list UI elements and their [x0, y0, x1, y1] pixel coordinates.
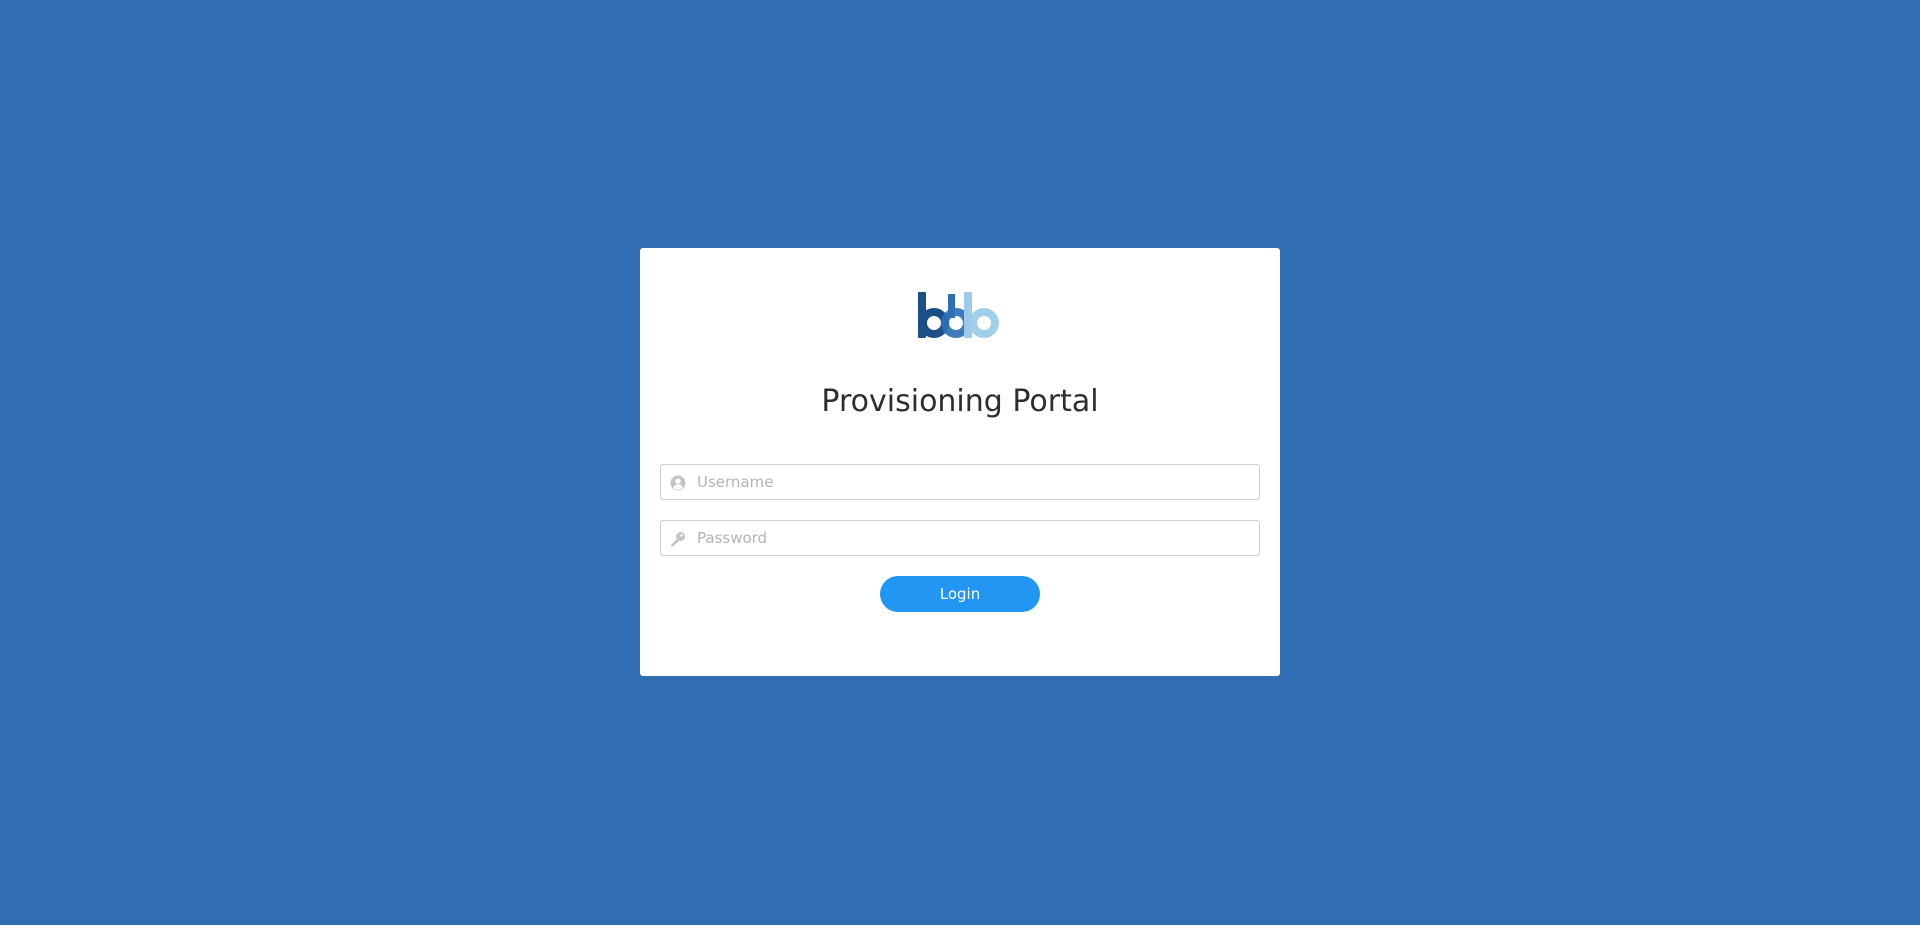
brand-logo: [918, 292, 999, 338]
username-field[interactable]: [660, 464, 1260, 500]
login-card: Provisioning Portal Login: [640, 248, 1280, 676]
login-button[interactable]: Login: [880, 576, 1040, 612]
password-input[interactable]: [697, 521, 1253, 555]
password-field[interactable]: [660, 520, 1260, 556]
key-icon: [671, 532, 685, 547]
page-title: Provisioning Portal: [821, 384, 1099, 419]
username-input[interactable]: [697, 465, 1253, 499]
user-circle-icon: [670, 475, 686, 491]
